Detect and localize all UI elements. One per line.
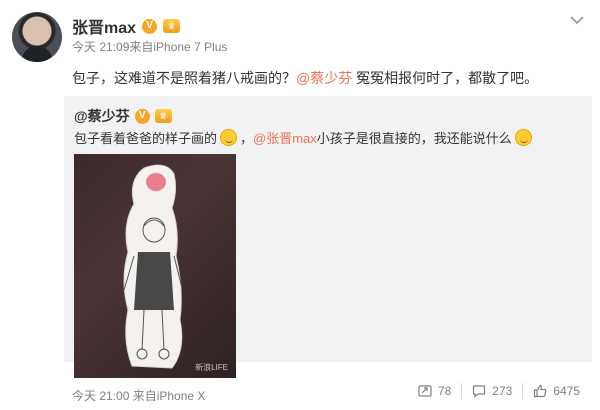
- repost-text-before: 包子看着爸爸的样子画的: [74, 131, 218, 146]
- verified-badge-icon: V: [142, 18, 158, 34]
- vip-crown-icon: ♛: [163, 19, 181, 33]
- repost-author: @蔡少芬 V ♛: [74, 106, 172, 126]
- repost-footer-meta: 今天 21:00 来自iPhone X: [72, 389, 206, 403]
- post-text-before: 包子，这难道不是照着猪八戒画的？: [72, 70, 296, 86]
- repost-author-link[interactable]: @蔡少芬: [74, 106, 130, 126]
- laughing-emoji-icon: [220, 129, 238, 146]
- repost-photo[interactable]: 新浪LIFE: [74, 154, 236, 378]
- avatar[interactable]: [12, 12, 62, 62]
- verified-badge-icon: V: [134, 108, 150, 124]
- repost-button[interactable]: 78: [408, 384, 461, 398]
- action-bar: 78 273 6475: [408, 383, 590, 399]
- repost-count: 78: [437, 384, 452, 398]
- repost-mention-link[interactable]: @张晋max: [253, 128, 317, 147]
- repost-icon: [418, 385, 432, 397]
- comment-icon: [473, 385, 486, 398]
- like-icon: [534, 384, 547, 398]
- comment-count: 273: [492, 384, 513, 398]
- author-header: 张晋max V ♛: [72, 14, 181, 38]
- child-drawing-image: [123, 164, 183, 369]
- repost-text: 包子看着爸爸的样子画的 ， @张晋max 小孩子是很直接的，我还能说什么: [74, 128, 535, 147]
- post-text-after: 冤冤相报何时了，都散了吧。: [352, 70, 539, 86]
- like-button[interactable]: 6475: [523, 384, 590, 398]
- like-count: 6475: [553, 384, 580, 398]
- post-meta: 今天 21:09来自iPhone 7 Plus: [72, 40, 228, 54]
- smirk-emoji-icon: [514, 129, 532, 146]
- image-watermark: 新浪LIFE: [195, 363, 228, 372]
- comment-button[interactable]: 273: [462, 384, 522, 398]
- repost-text-after: 小孩子是很直接的，我还能说什么: [316, 131, 512, 146]
- chevron-down-icon[interactable]: [570, 12, 584, 30]
- vip-crown-icon: ♛: [154, 109, 172, 123]
- repost-card: @蔡少芬 V ♛ 包子看着爸爸的样子画的 ， @张晋max 小孩子是很直接的，我…: [64, 96, 592, 378]
- post-mention-link[interactable]: @蔡少芬: [296, 70, 352, 86]
- repost-text-middle: ，: [240, 131, 254, 146]
- post-text: 包子，这难道不是照着猪八戒画的？@蔡少芬 冤冤相报何时了，都散了吧。: [72, 68, 538, 88]
- author-name[interactable]: 张晋max: [72, 14, 136, 38]
